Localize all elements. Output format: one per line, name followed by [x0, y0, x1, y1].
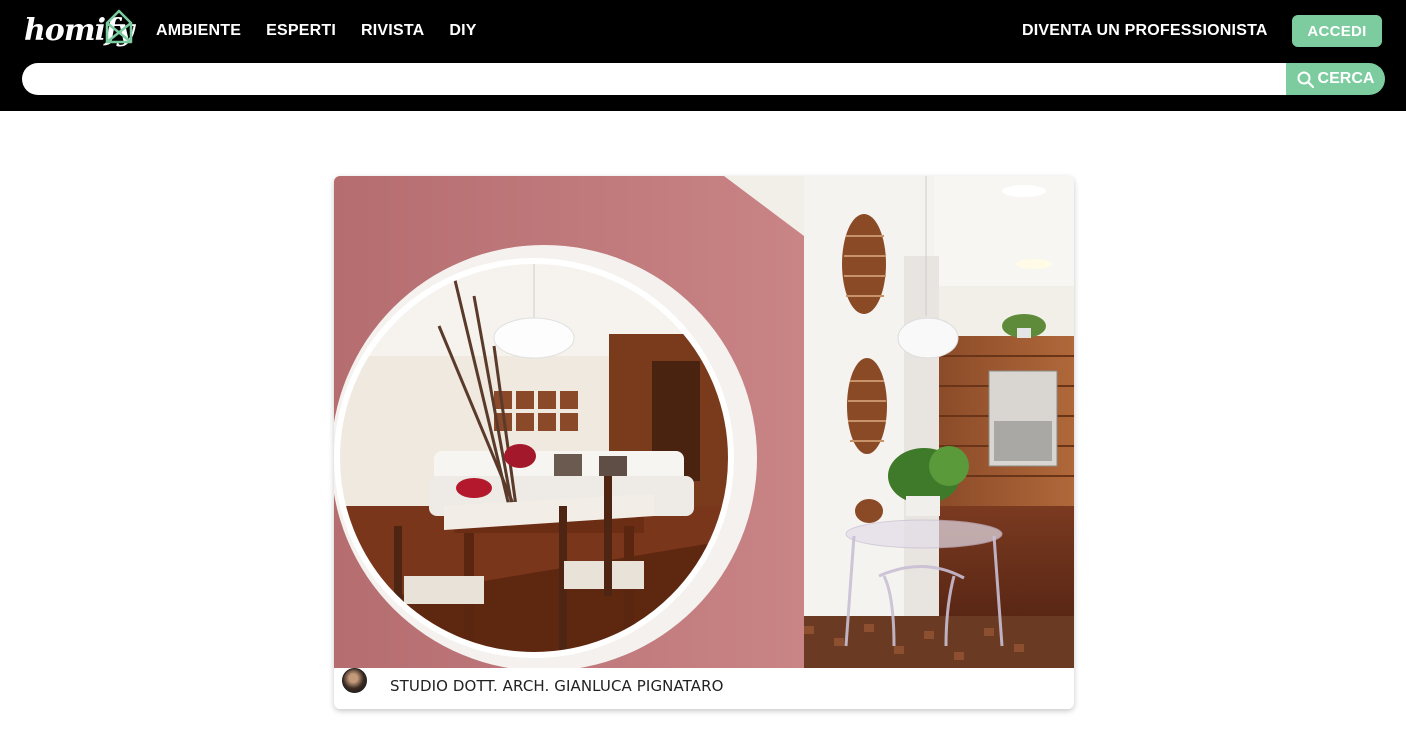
search-button[interactable]: CERCA: [1286, 63, 1385, 95]
login-button[interactable]: ACCEDI: [1292, 15, 1382, 47]
card-footer: STUDIO DOTT. ARCH. GIANLUCA PIGNATARO: [334, 668, 1074, 709]
house-logo-icon: [105, 9, 133, 44]
search-button-label: CERCA: [1317, 70, 1375, 87]
nav-item-esperti[interactable]: ESPERTI: [266, 22, 336, 40]
nav-item-diy[interactable]: DIY: [449, 22, 476, 40]
main-nav: AMBIENTE ESPERTI RIVISTA DIY: [156, 22, 502, 40]
nav-item-ambiente[interactable]: AMBIENTE: [156, 22, 241, 40]
author-avatar[interactable]: [342, 668, 367, 693]
project-card[interactable]: STUDIO DOTT. ARCH. GIANLUCA PIGNATARO: [334, 176, 1074, 709]
nav-item-rivista[interactable]: RIVISTA: [361, 22, 424, 40]
search-input[interactable]: [22, 63, 1286, 95]
project-photo[interactable]: [334, 176, 1074, 668]
author-name[interactable]: STUDIO DOTT. ARCH. GIANLUCA PIGNATARO: [390, 677, 724, 695]
search-icon: [1297, 71, 1314, 88]
homify-logo[interactable]: homify: [24, 6, 134, 54]
top-header: homify AMBIENTE ESPERTI RIVISTA DIY DIVE…: [0, 0, 1406, 111]
become-professional-link[interactable]: DIVENTA UN PROFESSIONISTA: [1022, 22, 1268, 40]
search-bar: CERCA: [22, 63, 1385, 95]
